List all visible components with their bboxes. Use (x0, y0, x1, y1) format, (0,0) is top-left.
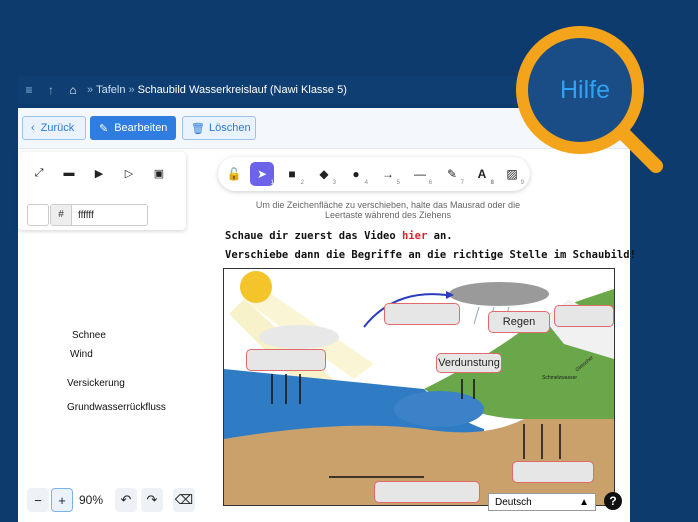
chevron-left-icon: ‹ (31, 122, 35, 134)
delete-label: Löschen (208, 122, 251, 134)
dropzone-1[interactable] (384, 303, 460, 325)
delete-button[interactable]: 🗑 Löschen (182, 116, 256, 140)
tool-number: 2 (300, 180, 304, 186)
breadcrumb-separator: » (128, 84, 135, 96)
water-cycle-diagram: Regen Verdunstung Schmelzwasser Gletsche… (223, 268, 615, 506)
save-icon[interactable]: ▣ (148, 162, 170, 184)
fullscreen-icon[interactable]: ⤢ (28, 162, 50, 184)
dropzone-4[interactable] (512, 461, 594, 483)
tool-number: 1 (270, 180, 274, 186)
ellipse-tool[interactable]: ● 4 (344, 162, 368, 186)
sun (240, 271, 272, 303)
dropzone-2[interactable] (554, 305, 614, 327)
edit-button[interactable]: ✎ Bearbeiten (90, 116, 176, 140)
home-icon[interactable]: ⌂ (62, 83, 84, 97)
canvas-hint: Um die Zeichenfläche zu verschieben, hal… (255, 200, 521, 220)
zoom-in-button[interactable]: + (51, 488, 73, 512)
pencil-tool[interactable]: ✎ 7 (440, 162, 464, 186)
trash-icon: 🗑 (191, 122, 205, 135)
breadcrumb-separator: » (87, 84, 94, 96)
zoom-controls: − + 90% ↶ ↷ ⌫ (27, 488, 203, 514)
instruction-line-1: Schaue dir zuerst das Video hier an. (225, 230, 453, 242)
help-label[interactable]: Hilfe (540, 70, 630, 110)
video-link[interactable]: hier (402, 230, 427, 242)
tool-number: 6 (428, 180, 432, 186)
term-wind[interactable]: Wind (70, 349, 93, 360)
folder-open-icon[interactable]: ▬ (58, 162, 80, 184)
color-hex-field[interactable]: # ffffff (50, 204, 148, 226)
rain-cloud (449, 282, 549, 306)
instruction-line-2: Verschiebe dann die Begriffe an die rich… (225, 249, 636, 261)
caret-up-icon: ▲ (579, 496, 589, 508)
arrow-up-icon[interactable]: ↑ (40, 83, 62, 97)
label-schmelzwasser: Schmelzwasser (542, 375, 578, 381)
edit-label: Bearbeiten (114, 122, 168, 134)
eraser-icon[interactable]: ⌫ (173, 488, 195, 512)
zoom-level: 90% (78, 493, 104, 507)
term-versickerung[interactable]: Versickerung (67, 378, 125, 389)
tool-number: 5 (396, 180, 400, 186)
dropzone-3[interactable] (246, 349, 326, 371)
back-label: Zurück (40, 122, 75, 134)
instruction-text: Schaue dir zuerst das Video (225, 230, 403, 242)
text-tool[interactable]: A8 (470, 162, 494, 186)
hash-label: # (51, 205, 72, 225)
label-verdunstung[interactable]: Verdunstung (436, 353, 502, 373)
undo-icon[interactable]: ↶ (115, 488, 137, 512)
tool-number: 8 (490, 180, 494, 186)
back-button[interactable]: ‹ Zurück (22, 116, 86, 140)
line-tool[interactable]: —6 (408, 162, 432, 186)
color-hex-value[interactable]: ffffff (72, 210, 94, 221)
menu-icon[interactable]: ≡ (18, 83, 40, 97)
arrow-tool[interactable]: → 5 (376, 162, 400, 186)
diamond-tool[interactable]: ◆ 3 (312, 162, 336, 186)
tool-number: 7 (460, 180, 464, 186)
dropzone-5[interactable] (374, 481, 480, 503)
term-grundwasserrueckfluss[interactable]: Grundwasserrückfluss (67, 402, 166, 413)
select-tool[interactable]: ➤ 1 (250, 162, 274, 186)
redo-icon[interactable]: ↷ (141, 488, 163, 512)
unlock-icon[interactable]: 🔓 (222, 162, 246, 186)
cloud-left (259, 325, 339, 349)
language-value: Deutsch (495, 496, 532, 508)
rectangle-tool[interactable]: ■ 2 (280, 162, 304, 186)
edit-icon: ✎ (99, 122, 109, 135)
lake (394, 391, 484, 427)
breadcrumb-tafeln[interactable]: Tafeln (96, 84, 125, 96)
label-regen[interactable]: Regen (488, 311, 550, 333)
language-select[interactable]: Deutsch ▲ (488, 493, 596, 511)
file-import-icon[interactable]: ▶ (88, 162, 110, 184)
tool-number: 9 (520, 180, 524, 186)
page-title: Schaubild Wasserkreislauf (Nawi Klasse 5… (137, 84, 347, 96)
tool-number: 3 (332, 180, 336, 186)
zoom-out-button[interactable]: − (27, 488, 49, 512)
drawing-toolbar: 🔓 ➤ 1 ■ 2 ◆ 3 ● 4 → 5 —6 ✎ 7 A8 ▨ 9 (218, 157, 530, 191)
tool-number: 4 (364, 180, 368, 186)
color-swatch[interactable] (27, 204, 49, 226)
instruction-text: an. (427, 230, 453, 242)
help-icon[interactable]: ? (604, 492, 622, 510)
file-export-icon[interactable]: ▷ (118, 162, 140, 184)
term-schnee[interactable]: Schnee (72, 330, 106, 341)
